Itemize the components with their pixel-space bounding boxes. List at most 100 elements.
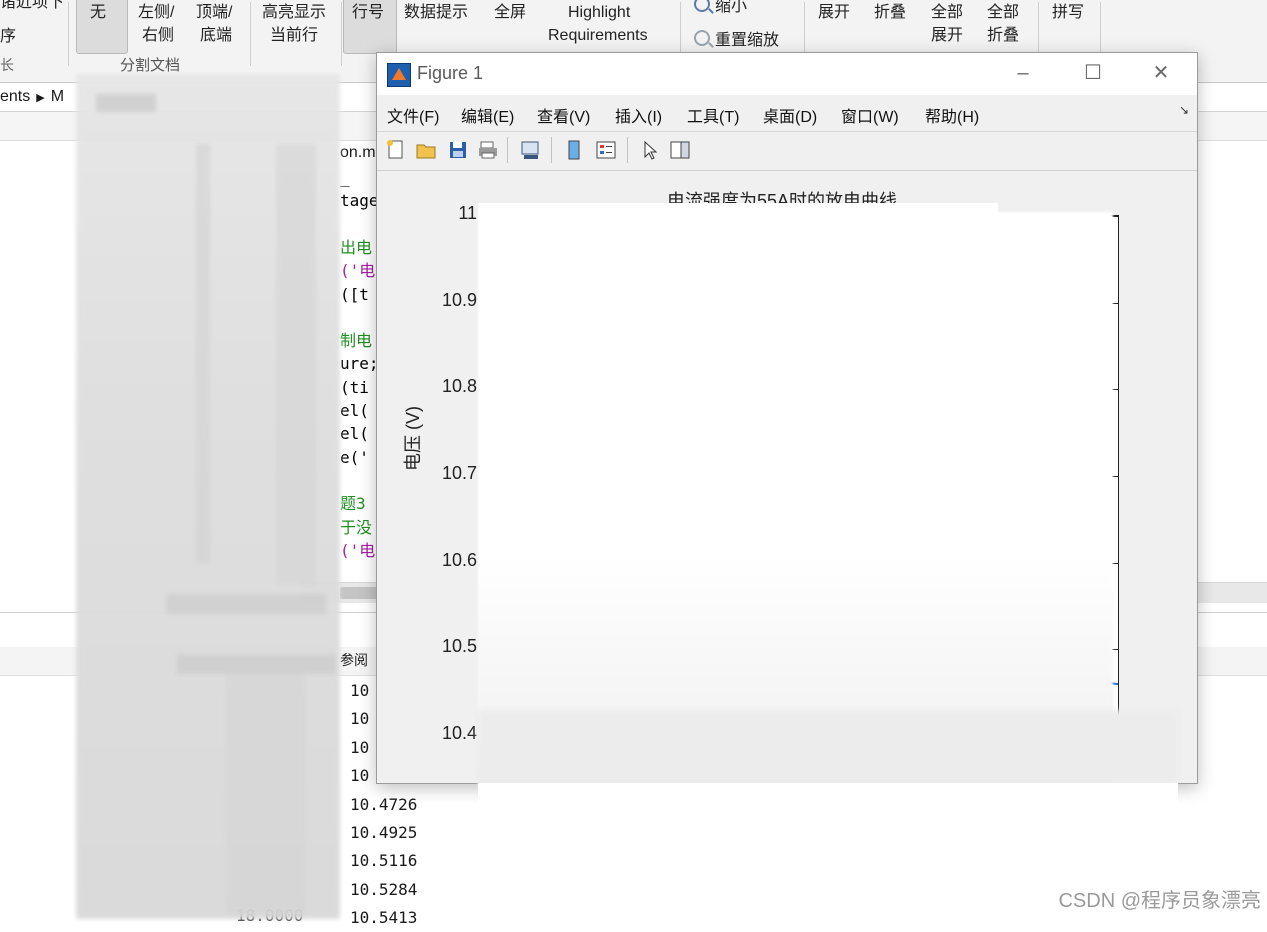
command-output-line: 10 <box>350 737 370 757</box>
reset-zoom-icon <box>694 30 710 46</box>
command-output-line: 10.5116 <box>350 851 418 871</box>
colorbar-icon[interactable] <box>563 139 585 161</box>
btn-none[interactable]: 无 <box>90 2 106 24</box>
code-line[interactable]: 制电 <box>340 329 372 352</box>
btn-highlight-line-line1: 高亮显示 <box>262 4 327 21</box>
btn-fold[interactable]: 折叠 <box>874 2 906 24</box>
watermark-text: CSDN @程序员象漂亮 <box>1058 890 1261 912</box>
btn-zoom-out-label: 缩小 <box>715 0 748 15</box>
figure-menu-item[interactable]: 窗口(W) <box>841 103 899 127</box>
command-output-line: 10 <box>350 709 370 729</box>
figure-menu-item[interactable]: 插入(I) <box>615 103 662 127</box>
command-output-line: 10.4726 <box>350 794 418 814</box>
figure-menu-item[interactable]: 文件(F) <box>387 103 439 127</box>
link-plot-icon[interactable] <box>519 139 541 161</box>
btn-spelling[interactable]: 拼写 <box>1052 2 1084 24</box>
btn-expand[interactable]: 展开 <box>818 2 850 24</box>
zoom-out-icon <box>694 0 710 12</box>
close-icon[interactable]: ✕ <box>1149 61 1173 85</box>
matlab-logo-icon <box>387 63 411 87</box>
code-line[interactable]: ([t <box>340 283 369 306</box>
blur-block <box>226 674 306 914</box>
ribbon-item-order[interactable]: 序 <box>0 26 16 48</box>
btn-fold-all-line2: 折叠 <box>987 27 1020 44</box>
btn-left-right-line1: 左侧/ <box>138 4 175 21</box>
dock-arrow-icon[interactable]: ↘ <box>1179 103 1189 117</box>
code-line[interactable]: 于没 <box>340 516 372 539</box>
figure-menu-item[interactable]: 帮助(H) <box>925 103 979 127</box>
btn-line-numbers[interactable]: 行号 <box>352 2 384 24</box>
blur-mask <box>478 212 1113 787</box>
save-icon[interactable] <box>447 139 469 161</box>
y-tick-label: 10.4 <box>441 723 477 743</box>
btn-highlight-req-line2: Requirements <box>548 27 648 44</box>
btn-expand-all-line1: 全部 <box>931 4 964 21</box>
command-window-label: 参阅 <box>340 652 368 668</box>
print-icon[interactable] <box>477 139 499 161</box>
breadcrumb-item[interactable]: ents <box>0 88 30 105</box>
blurred-workspace-panel <box>76 74 340 919</box>
toolbar-separator <box>551 137 552 163</box>
y-axis-label: 电压 (V) <box>403 406 423 471</box>
y-tick-label: 10.5 <box>441 636 477 657</box>
toolbar-separator <box>507 137 508 163</box>
btn-data-tips[interactable]: 数据提示 <box>404 2 468 24</box>
btn-expand-all-line2: 展开 <box>931 27 964 44</box>
code-line[interactable]: e(' <box>340 446 369 469</box>
y-tick-label: 11 <box>458 203 477 223</box>
code-line[interactable]: ('电 <box>340 539 375 562</box>
code-line[interactable]: tage <box>340 189 379 212</box>
code-line[interactable]: 题3 <box>340 492 366 515</box>
y-tick-label: 10.6 <box>441 549 477 570</box>
code-line[interactable]: (ti <box>340 376 369 399</box>
btn-top-bottom-line2: 底端 <box>200 27 233 44</box>
figure-menu-item[interactable]: 编辑(E) <box>461 103 514 127</box>
ribbon-group-label: 长 <box>0 57 14 73</box>
figure-toolbar <box>377 131 1197 171</box>
blur-block <box>96 94 156 112</box>
btn-zoom-out[interactable]: 缩小 <box>694 0 747 16</box>
figure-title: Figure 1 <box>417 63 484 83</box>
command-output-line: 10 <box>350 681 370 700</box>
code-line[interactable]: _ <box>340 166 350 189</box>
ribbon-separator <box>341 2 342 66</box>
editor-tab-file[interactable]: on.m <box>340 144 376 162</box>
y-tick-label: 10.8 <box>441 376 477 397</box>
ribbon-separator <box>250 2 251 66</box>
open-folder-icon[interactable] <box>415 139 437 161</box>
y-tick-label: 10.9 <box>441 289 477 310</box>
code-line[interactable]: ure; <box>340 352 379 375</box>
blur-mask-bottom <box>478 710 1178 782</box>
btn-reset-zoom[interactable]: 重置缩放 <box>694 26 779 50</box>
minimize-icon[interactable]: – <box>1011 61 1035 85</box>
figure-menubar: 文件(F) 编辑(E) 查看(V) 插入(I) 工具(T) 桌面(D) 窗口(W) 帮助(H) <box>377 99 1197 129</box>
legend-icon[interactable] <box>595 139 617 161</box>
command-output-line: 10 <box>350 766 370 786</box>
breadcrumb-item[interactable]: M <box>51 88 64 105</box>
ribbon-item-cut[interactable]: 诸近项下 <box>0 0 64 14</box>
blur-block <box>176 654 336 674</box>
btn-top-bottom-line1: 顶端/ <box>196 4 233 21</box>
btn-reset-zoom-label: 重置缩放 <box>715 32 780 49</box>
figure-titlebar[interactable]: Figure 1 – ☐ ✕ <box>377 53 1197 95</box>
btn-fold-all-line1: 全部 <box>987 4 1020 21</box>
new-figure-icon[interactable] <box>385 139 407 161</box>
figure-menu-item[interactable]: 查看(V) <box>537 103 590 127</box>
code-line[interactable]: 出电 <box>340 236 372 259</box>
maximize-icon[interactable]: ☐ <box>1081 61 1105 85</box>
command-output-line: 10.4925 <box>350 823 418 842</box>
toolbar-separator <box>627 137 628 163</box>
code-line[interactable]: ('电 <box>340 259 375 282</box>
btn-highlight-line-line2: 当前行 <box>270 27 319 44</box>
pointer-arrow-icon[interactable] <box>639 139 661 161</box>
figure-menu-item[interactable]: 桌面(D) <box>763 103 817 127</box>
code-line[interactable]: el( <box>340 422 369 445</box>
figure-menu-item[interactable]: 工具(T) <box>687 103 739 127</box>
property-editor-icon[interactable] <box>669 139 691 161</box>
blur-block <box>166 594 326 614</box>
btn-fullscreen[interactable]: 全屏 <box>494 2 526 24</box>
blur-block <box>196 144 210 564</box>
btn-highlight-req-line1: Highlight <box>568 4 631 21</box>
command-output-line: 10.5413 <box>350 908 418 928</box>
code-line[interactable]: el( <box>340 399 369 422</box>
